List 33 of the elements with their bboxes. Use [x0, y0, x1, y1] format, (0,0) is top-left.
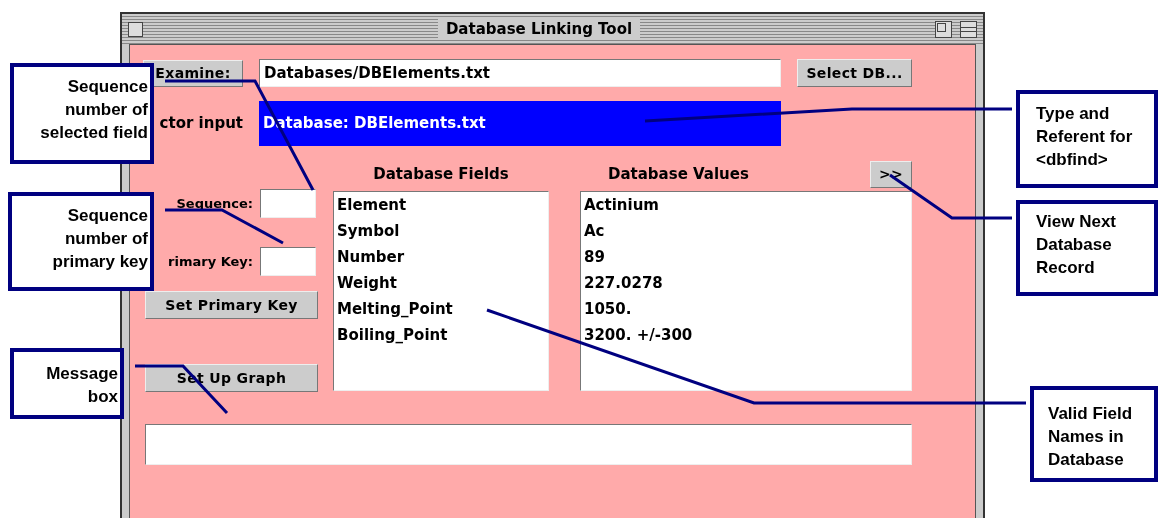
- collapse-box-icon[interactable]: [960, 20, 977, 38]
- field-item[interactable]: Weight: [337, 270, 545, 296]
- primary-key-field[interactable]: [260, 247, 316, 276]
- callout-text: Type and Referent for <dbfind>: [1036, 103, 1134, 171]
- window-title: Database Linking Tool: [437, 17, 641, 41]
- value-item[interactable]: 3200. +/-300: [584, 322, 908, 348]
- action-button[interactable]: Set Primary Key: [145, 291, 318, 319]
- callout-text: View Next Database Record: [1036, 211, 1117, 279]
- path-field[interactable]: Databases/DBElements.txt: [259, 59, 781, 87]
- selector-display: Database: DBElements.txt: [259, 101, 781, 146]
- primary-key-label: rimary Key:: [168, 252, 253, 271]
- field-item[interactable]: Number: [337, 244, 545, 270]
- close-box-icon[interactable]: [128, 21, 143, 37]
- message-field[interactable]: [145, 424, 912, 465]
- field-item[interactable]: Symbol: [337, 218, 545, 244]
- sequence-label: Sequence:: [176, 194, 253, 213]
- fields-heading: Database Fields: [373, 164, 509, 186]
- value-item[interactable]: Actinium: [584, 192, 908, 218]
- field-item[interactable]: Melting_Point: [337, 296, 545, 322]
- values-heading: Database Values: [608, 164, 749, 186]
- field-item[interactable]: Element: [337, 192, 545, 218]
- value-item[interactable]: Ac: [584, 218, 908, 244]
- callout-text: Sequence number of primary key: [51, 205, 148, 273]
- select-db-button[interactable]: Select DB...: [797, 59, 912, 87]
- selector-label: ctor input: [159, 113, 243, 135]
- zoom-box-icon[interactable]: [935, 20, 952, 38]
- callout-text: Message box: [45, 363, 118, 408]
- value-item[interactable]: 227.0278: [584, 270, 908, 296]
- callout-text: Valid Field Names in Database: [1048, 403, 1134, 471]
- sequence-field[interactable]: [260, 189, 316, 218]
- value-item[interactable]: 89: [584, 244, 908, 270]
- field-item[interactable]: Boiling_Point: [337, 322, 545, 348]
- value-item[interactable]: 1050.: [584, 296, 908, 322]
